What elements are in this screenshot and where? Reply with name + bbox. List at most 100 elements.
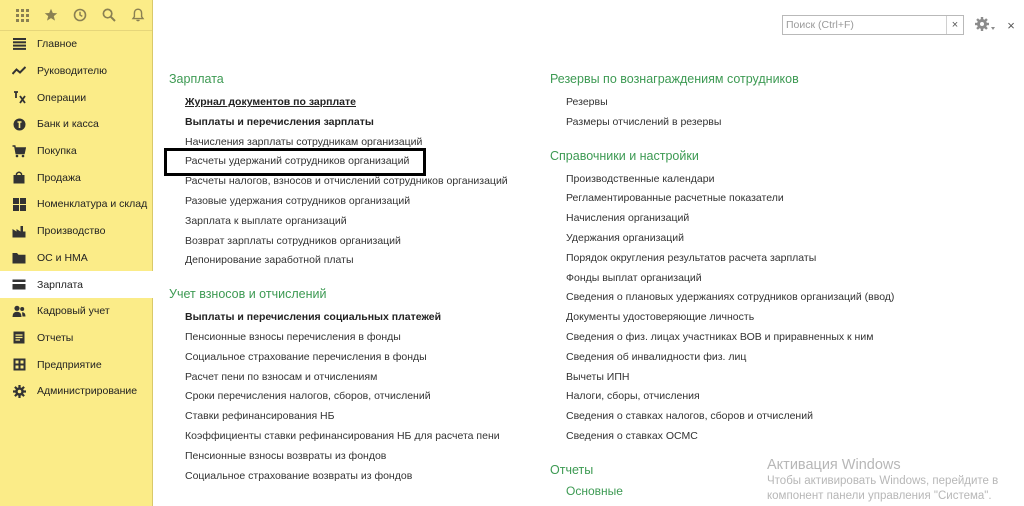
- section-title-contributions: Учет взносов и отчислений: [169, 287, 327, 302]
- link-social-returns[interactable]: Социальное страхование возвраты из фондо…: [169, 467, 529, 487]
- link-transfer-terms[interactable]: Сроки перечисления налогов, сборов, отчи…: [169, 387, 529, 407]
- grid-icon: [12, 197, 26, 211]
- section-title-reserves: Резервы по вознаграждениям сотрудников: [550, 72, 799, 86]
- link-social-transfers[interactable]: Социальное страхование перечисления в фо…: [169, 348, 529, 368]
- link-ipn-deductions[interactable]: Вычеты ИПН: [550, 368, 1010, 388]
- link-reserve-rates[interactable]: Размеры отчислений в резервы: [550, 113, 1010, 133]
- sidebar-item-sales[interactable]: Продажа: [0, 164, 152, 191]
- notifications-bell-icon[interactable]: [123, 0, 152, 31]
- operations-icon: [12, 91, 26, 105]
- sidebar-item-purchase[interactable]: Покупка: [0, 138, 152, 165]
- sidebar-item-label: Отчеты: [37, 331, 74, 344]
- sidebar-item-label: Кадровый учет: [37, 305, 110, 318]
- sidebar-item-label: Зарплата: [37, 278, 83, 291]
- watermark-title: Активация Windows: [767, 457, 901, 473]
- people-icon: [12, 304, 26, 318]
- sidebar-item-production[interactable]: Производство: [0, 218, 152, 245]
- link-salary-return[interactable]: Возврат зарплаты сотрудников организаций: [169, 232, 529, 252]
- settings-gear-icon[interactable]: [974, 15, 996, 35]
- link-identity-documents[interactable]: Документы удостоверяющие личность: [550, 308, 1010, 328]
- sidebar-item-hr[interactable]: Кадровый учет: [0, 298, 152, 325]
- link-planned-deductions[interactable]: Сведения о плановых удержаниях сотрудник…: [550, 288, 1010, 308]
- sidebar-toolbar: [0, 0, 152, 31]
- sidebar-item-label: Администрирование: [37, 385, 138, 398]
- sidebar-item-label: Покупка: [37, 145, 77, 158]
- link-taxes-calc[interactable]: Расчеты налогов, взносов и отчислений со…: [169, 172, 529, 192]
- sidebar-item-label: Банк и касса: [37, 118, 99, 131]
- sidebar-item-main[interactable]: Главное: [0, 31, 152, 58]
- search-clear-button[interactable]: ×: [946, 16, 963, 34]
- link-production-calendars[interactable]: Производственные календари: [550, 170, 1010, 190]
- sidebar-item-salary[interactable]: Зарплата: [0, 271, 153, 298]
- link-taxes-fees[interactable]: Налоги, сборы, отчисления: [550, 387, 1010, 407]
- sidebar: Главное Руководителю Операции Банк и кас…: [0, 0, 153, 506]
- search-input[interactable]: [783, 16, 946, 34]
- sidebar-item-label: Предприятие: [37, 358, 102, 371]
- link-deposit-salary[interactable]: Депонирование заработной платы: [169, 251, 529, 271]
- apps-grid-icon[interactable]: [8, 0, 37, 31]
- link-salary-payments[interactable]: Выплаты и перечисления зарплаты: [169, 113, 529, 133]
- link-org-deductions[interactable]: Удержания организаций: [550, 229, 1010, 249]
- trend-icon: [12, 64, 26, 78]
- link-salary-journal[interactable]: Журнал документов по зарплате: [169, 93, 529, 113]
- search-icon[interactable]: [94, 0, 123, 31]
- sidebar-item-nomenclature[interactable]: Номенклатура и склад: [0, 191, 152, 218]
- sidebar-item-bank[interactable]: Банк и касса: [0, 111, 152, 138]
- link-one-time-deductions[interactable]: Разовые удержания сотрудников организаци…: [169, 192, 529, 212]
- link-payment-funds[interactable]: Фонды выплат организаций: [550, 269, 1010, 289]
- section-title-references: Справочники и настройки: [550, 148, 699, 163]
- link-refinancing-rates[interactable]: Ставки рефинансирования НБ: [169, 407, 529, 427]
- search-box: ×: [782, 15, 964, 35]
- link-deductions-calc[interactable]: Расчеты удержаний сотрудников организаци…: [169, 152, 529, 172]
- link-refinancing-coefficients[interactable]: Коэффициенты ставки рефинансирования НБ …: [169, 427, 529, 447]
- link-osms-rates[interactable]: Сведения о ставках ОСМС: [550, 427, 1010, 447]
- link-war-veterans[interactable]: Сведения о физ. лицах участниках ВОВ и п…: [550, 328, 1010, 348]
- sidebar-item-manager[interactable]: Руководителю: [0, 58, 152, 85]
- card-icon: [12, 278, 26, 292]
- gear-icon: [12, 384, 26, 398]
- folder-icon: [12, 251, 26, 265]
- favorites-star-icon[interactable]: [37, 0, 66, 31]
- link-pension-transfers[interactable]: Пенсионные взносы перечисления в фонды: [169, 328, 529, 348]
- sidebar-item-admin[interactable]: Администрирование: [0, 378, 152, 405]
- cart-icon: [12, 144, 26, 158]
- menu-lines-icon: [12, 37, 26, 51]
- link-reserves[interactable]: Резервы: [550, 93, 1010, 113]
- money-icon: [12, 117, 26, 131]
- right-column: Резервы по вознаграждениям сотрудников Р…: [550, 70, 1010, 500]
- sidebar-item-label: Руководителю: [37, 65, 108, 78]
- link-salary-accruals[interactable]: Начисления зарплаты сотрудникам организа…: [169, 133, 529, 153]
- sidebar-item-label: Номенклатура и склад: [37, 198, 148, 211]
- watermark-line-1: Чтобы активировать Windows, перейдите в: [767, 475, 999, 487]
- sidebar-item-label: ОС и НМА: [37, 251, 88, 264]
- sidebar-item-enterprise[interactable]: Предприятие: [0, 351, 152, 378]
- factory-icon: [12, 224, 26, 238]
- section-title-salary: Зарплата: [169, 72, 224, 86]
- link-rounding-order[interactable]: Порядок округления результатов расчета з…: [550, 249, 1010, 269]
- link-org-accruals[interactable]: Начисления организаций: [550, 209, 1010, 229]
- sidebar-item-label: Продажа: [37, 171, 81, 184]
- windows-activation-watermark: Активация Windows Чтобы активировать Win…: [767, 457, 998, 504]
- content-panel: × × Зарплата Журнал документов по зарпла…: [154, 0, 1024, 506]
- sidebar-item-label: Операции: [37, 91, 87, 104]
- link-tax-rates[interactable]: Сведения о ставках налогов, сборов и отч…: [550, 407, 1010, 427]
- link-penalty-calc[interactable]: Расчет пени по взносам и отчислениям: [169, 368, 529, 388]
- watermark-line-2: компонент панели управления "Система".: [767, 490, 992, 502]
- sidebar-item-operations[interactable]: Операции: [0, 84, 152, 111]
- left-column: Зарплата Журнал документов по зарплате В…: [169, 70, 529, 486]
- sidebar-item-label: Главное: [37, 38, 78, 51]
- link-pension-returns[interactable]: Пенсионные взносы возвраты из фондов: [169, 447, 529, 467]
- link-regulated-indicators[interactable]: Регламентированные расчетные показатели: [550, 189, 1010, 209]
- sidebar-nav: Главное Руководителю Операции Банк и кас…: [0, 31, 153, 405]
- close-button[interactable]: ×: [1004, 16, 1018, 34]
- link-salary-to-pay[interactable]: Зарплата к выплате организаций: [169, 212, 529, 232]
- link-social-payments[interactable]: Выплаты и перечисления социальных платеж…: [169, 308, 529, 328]
- bag-icon: [12, 171, 26, 185]
- sidebar-item-label: Производство: [37, 225, 106, 238]
- link-disability-info[interactable]: Сведения об инвалидности физ. лиц: [550, 348, 1010, 368]
- sidebar-item-fixed-assets[interactable]: ОС и НМА: [0, 245, 152, 272]
- enterprise-icon: [12, 358, 26, 372]
- report-icon: [12, 331, 26, 345]
- sidebar-item-reports[interactable]: Отчеты: [0, 325, 152, 352]
- history-clock-icon[interactable]: [66, 0, 95, 31]
